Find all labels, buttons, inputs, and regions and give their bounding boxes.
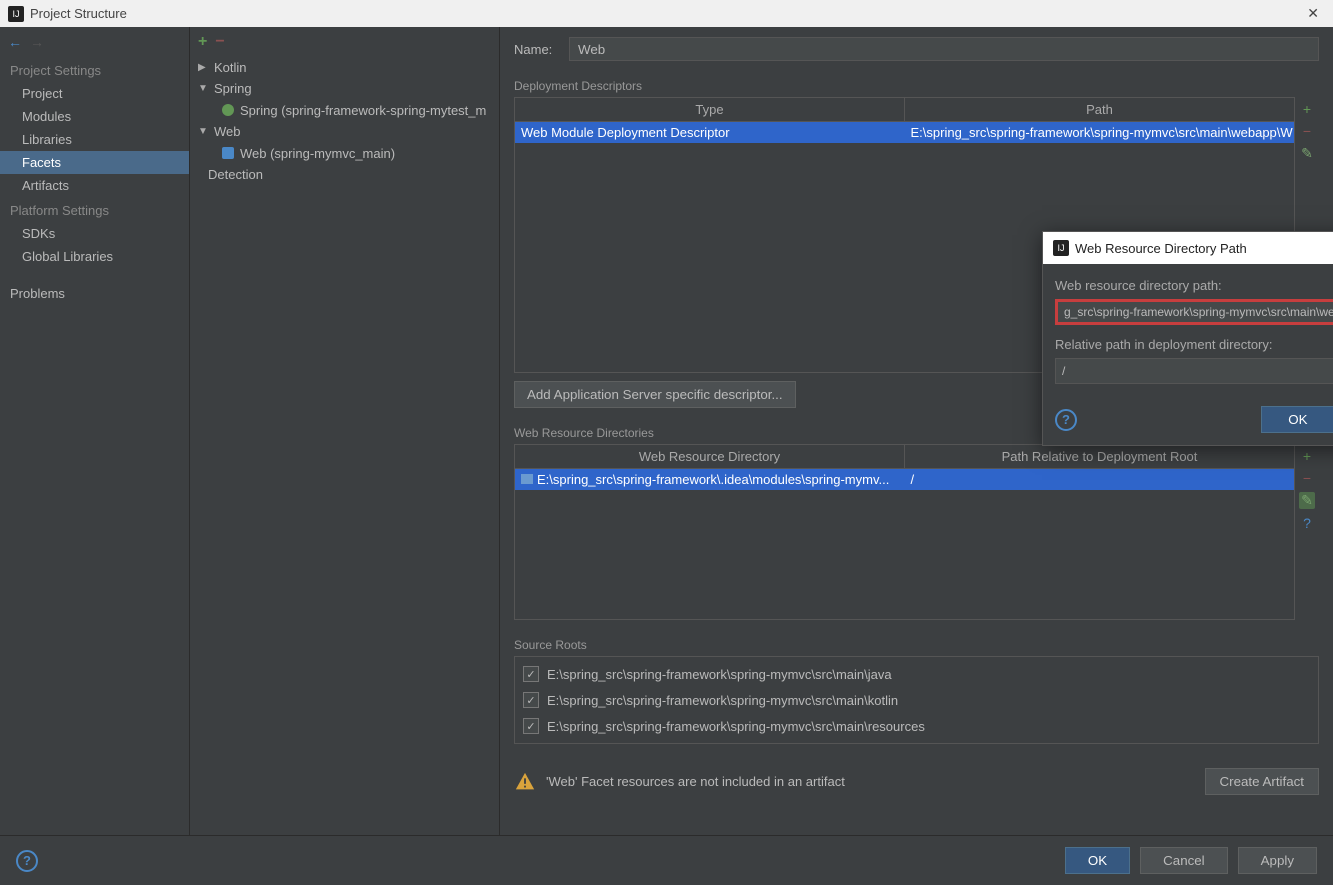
resource-add-icon[interactable]: + <box>1303 448 1311 464</box>
help-icon[interactable]: ? <box>16 850 38 872</box>
web-icon <box>220 145 236 161</box>
window-title: Project Structure <box>30 6 127 21</box>
deploy-th-type: Type <box>515 98 905 121</box>
resource-row[interactable]: E:\spring_src\spring-framework\.idea\mod… <box>515 469 1294 490</box>
deploy-edit-icon[interactable]: ✎ <box>1301 145 1313 162</box>
warning-icon <box>514 771 536 793</box>
resource-th-dir: Web Resource Directory <box>515 445 905 468</box>
dialog-help-icon[interactable]: ? <box>1055 409 1077 431</box>
resource-help-icon[interactable]: ? <box>1303 515 1311 531</box>
tree-remove-button[interactable]: − <box>215 33 224 51</box>
folder-icon <box>521 474 533 484</box>
warning-text: 'Web' Facet resources are not included i… <box>546 774 845 789</box>
relative-path-input[interactable] <box>1055 358 1333 384</box>
sidebar-item-facets[interactable]: Facets <box>0 151 189 174</box>
dialog-title: Web Resource Directory Path <box>1075 241 1247 256</box>
checkbox-icon[interactable]: ✓ <box>523 692 539 708</box>
deploy-descriptors-label: Deployment Descriptors <box>514 79 1319 93</box>
web-resource-dialog: IJ Web Resource Directory Path ✕ Web res… <box>1042 231 1333 446</box>
bottom-bar: ? OK Cancel Apply <box>0 835 1333 885</box>
tree-item-web[interactable]: ▼Web <box>190 121 499 142</box>
tree-item-web-module[interactable]: Web (spring-mymvc_main) <box>190 142 499 164</box>
resource-remove-icon[interactable]: − <box>1303 470 1311 486</box>
project-settings-heading: Project Settings <box>0 57 189 82</box>
deploy-add-icon[interactable]: + <box>1303 101 1311 117</box>
sidebar-item-artifacts[interactable]: Artifacts <box>0 174 189 197</box>
tree-add-button[interactable]: + <box>198 33 207 51</box>
chevron-down-icon: ▼ <box>198 83 212 94</box>
tree-item-spring-module[interactable]: Spring (spring-framework-spring-mytest_m <box>190 99 499 121</box>
add-server-descriptor-button[interactable]: Add Application Server specific descript… <box>514 381 796 408</box>
source-root-item[interactable]: ✓E:\spring_src\spring-framework\spring-m… <box>515 661 1318 687</box>
tree-item-spring[interactable]: ▼Spring <box>190 78 499 99</box>
settings-sidebar: ← → Project Settings Project Modules Lib… <box>0 27 190 835</box>
facet-tree-panel: + − ▶Kotlin ▼Spring Spring (spring-frame… <box>190 27 500 835</box>
app-icon: IJ <box>8 6 24 22</box>
ok-button[interactable]: OK <box>1065 847 1130 874</box>
resource-edit-icon[interactable]: ✎ <box>1299 492 1315 509</box>
sidebar-item-modules[interactable]: Modules <box>0 105 189 128</box>
chevron-right-icon: ▶ <box>198 62 212 73</box>
create-artifact-button[interactable]: Create Artifact <box>1205 768 1319 795</box>
name-label: Name: <box>514 42 569 57</box>
facet-name-input[interactable] <box>569 37 1319 61</box>
source-root-item[interactable]: ✓E:\spring_src\spring-framework\spring-m… <box>515 713 1318 739</box>
platform-settings-heading: Platform Settings <box>0 197 189 222</box>
checkbox-icon[interactable]: ✓ <box>523 666 539 682</box>
chevron-down-icon: ▼ <box>198 126 212 137</box>
relative-label: Relative path in deployment directory: <box>1055 337 1333 352</box>
sidebar-item-problems[interactable]: Problems <box>0 282 189 305</box>
nav-back-icon[interactable]: ← <box>8 34 22 50</box>
path-label: Web resource directory path: <box>1055 278 1333 293</box>
sidebar-item-libraries[interactable]: Libraries <box>0 128 189 151</box>
deploy-th-path: Path <box>905 98 1294 121</box>
deploy-remove-icon[interactable]: − <box>1303 123 1311 139</box>
source-roots-label: Source Roots <box>514 638 1319 652</box>
facet-content: Name: Deployment Descriptors Type Path W… <box>500 27 1333 835</box>
sidebar-item-sdks[interactable]: SDKs <box>0 222 189 245</box>
spring-icon <box>220 102 236 118</box>
checkbox-icon[interactable]: ✓ <box>523 718 539 734</box>
dialog-ok-button[interactable]: OK <box>1261 406 1333 433</box>
sidebar-item-project[interactable]: Project <box>0 82 189 105</box>
cancel-button[interactable]: Cancel <box>1140 847 1228 874</box>
window-close-button[interactable]: ✕ <box>1301 5 1325 22</box>
resource-path-input[interactable] <box>1055 299 1333 325</box>
resource-th-path: Path Relative to Deployment Root <box>905 445 1294 468</box>
nav-forward-icon[interactable]: → <box>30 34 44 50</box>
tree-item-detection[interactable]: Detection <box>190 164 499 185</box>
title-bar: IJ Project Structure ✕ <box>0 0 1333 27</box>
deploy-row[interactable]: Web Module Deployment Descriptor E:\spri… <box>515 122 1294 143</box>
dialog-app-icon: IJ <box>1053 240 1069 256</box>
tree-item-kotlin[interactable]: ▶Kotlin <box>190 57 499 78</box>
apply-button[interactable]: Apply <box>1238 847 1317 874</box>
source-root-item[interactable]: ✓E:\spring_src\spring-framework\spring-m… <box>515 687 1318 713</box>
sidebar-item-global-libraries[interactable]: Global Libraries <box>0 245 189 268</box>
